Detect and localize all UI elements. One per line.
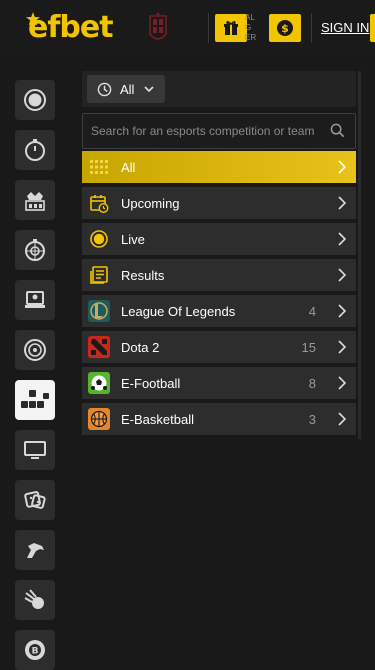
star-icon <box>26 12 40 26</box>
stopwatch-icon <box>25 139 45 161</box>
menu-item-results[interactable]: Results <box>82 259 356 291</box>
menu-item-count: 3 <box>308 412 316 427</box>
chevron-right-icon <box>338 196 346 210</box>
chevron-right-icon <box>338 340 346 354</box>
menu-item-dota-2[interactable]: Dota 2 15 <box>82 331 356 363</box>
horse-racing-icon <box>27 543 44 558</box>
panel-scrollbar[interactable] <box>358 71 361 439</box>
chevron-right-icon <box>338 232 346 246</box>
chevron-right-icon <box>338 304 346 318</box>
menu-item-label: Live <box>121 232 145 247</box>
dota2-icon <box>88 336 110 358</box>
rail-item-esports[interactable] <box>15 380 55 420</box>
keyboard-icon <box>21 390 49 408</box>
menu-item-count: 4 <box>308 304 316 319</box>
menu-item-label: League Of Legends <box>121 304 236 319</box>
record-icon <box>24 89 46 111</box>
filter-bar: All <box>82 71 356 107</box>
rail-item-dice[interactable] <box>15 480 55 520</box>
live-dealer-icon <box>25 291 45 308</box>
filter-dropdown[interactable]: All <box>87 75 165 103</box>
menu-item-label: All <box>121 160 136 175</box>
menu-item-upcoming[interactable]: Upcoming <box>82 187 356 219</box>
gift-label: AL G ER <box>245 13 257 42</box>
rail-item-virtual[interactable] <box>15 430 55 470</box>
menu-item-label: E-Football <box>121 376 181 391</box>
gift-button[interactable] <box>215 14 247 42</box>
ebasketball-icon <box>88 408 110 430</box>
clock-icon <box>97 82 112 96</box>
bingo-ball-icon: B <box>25 640 45 660</box>
menu-item-label: Dota 2 <box>121 340 160 355</box>
top-header: efbet AL G ER $ SIGN IN <box>0 0 375 56</box>
efbet-logo[interactable]: efbet <box>26 10 114 46</box>
menu-item-label: Upcoming <box>121 196 180 211</box>
rail-item-timer-wheel[interactable] <box>15 230 55 270</box>
header-divider <box>311 13 312 43</box>
calendar-clock-icon <box>88 192 110 214</box>
sign-in-link[interactable]: SIGN IN <box>321 20 369 36</box>
register-button[interactable] <box>370 14 375 42</box>
timer-wheel-icon <box>25 239 45 261</box>
header-divider <box>208 13 209 43</box>
monitor-icon <box>24 441 46 459</box>
rail-item-stopwatch[interactable] <box>15 130 55 170</box>
rail-item-bingo[interactable]: B <box>15 630 55 670</box>
club-emblem-icon <box>149 12 167 40</box>
menu-item-league-of-legends[interactable]: League Of Legends 4 <box>82 295 356 327</box>
grid-icon <box>88 156 110 178</box>
menu-item-count: 15 <box>301 340 316 355</box>
search-icon[interactable] <box>330 123 345 138</box>
menu-item-count: 8 <box>308 376 316 391</box>
search-box <box>82 113 356 149</box>
menu-item-e-football[interactable]: E-Football 8 <box>82 367 356 399</box>
menu-item-label: Results <box>121 268 165 283</box>
live-dot-icon <box>88 228 110 250</box>
deposit-button[interactable]: $ <box>269 14 301 42</box>
gift-icon <box>224 21 238 35</box>
chevron-right-icon <box>338 376 346 390</box>
league-of-legends-icon <box>88 300 110 322</box>
efootball-icon <box>88 372 110 394</box>
menu-item-label: E-Basketball <box>121 412 194 427</box>
svg-text:B: B <box>32 647 39 657</box>
rail-item-roulette[interactable] <box>15 330 55 370</box>
rail-item-record[interactable] <box>15 80 55 120</box>
svg-text:$: $ <box>281 22 289 35</box>
dice-icon <box>24 491 46 509</box>
comet-ball-icon <box>24 589 44 609</box>
chevron-down-icon <box>144 86 155 93</box>
logo-text: efbet <box>28 10 114 45</box>
chevron-right-icon <box>338 160 346 174</box>
roulette-icon <box>24 339 46 361</box>
chevron-right-icon <box>338 268 346 282</box>
menu-item-e-basketball[interactable]: E-Basketball 3 <box>82 403 356 435</box>
rail-item-horse-racing[interactable] <box>15 530 55 570</box>
rail-item-comet[interactable] <box>15 580 55 620</box>
casino-crown-icon <box>25 192 45 211</box>
results-list-icon <box>88 264 110 286</box>
rail-item-live-dealer[interactable] <box>15 280 55 320</box>
search-input[interactable] <box>91 114 319 148</box>
filter-label: All <box>120 81 135 97</box>
menu-item-all[interactable]: All <box>82 151 356 183</box>
dollar-coin-icon: $ <box>277 20 293 36</box>
rail-item-casino[interactable] <box>15 180 55 220</box>
menu-item-live[interactable]: Live <box>82 223 356 255</box>
chevron-right-icon <box>338 412 346 426</box>
